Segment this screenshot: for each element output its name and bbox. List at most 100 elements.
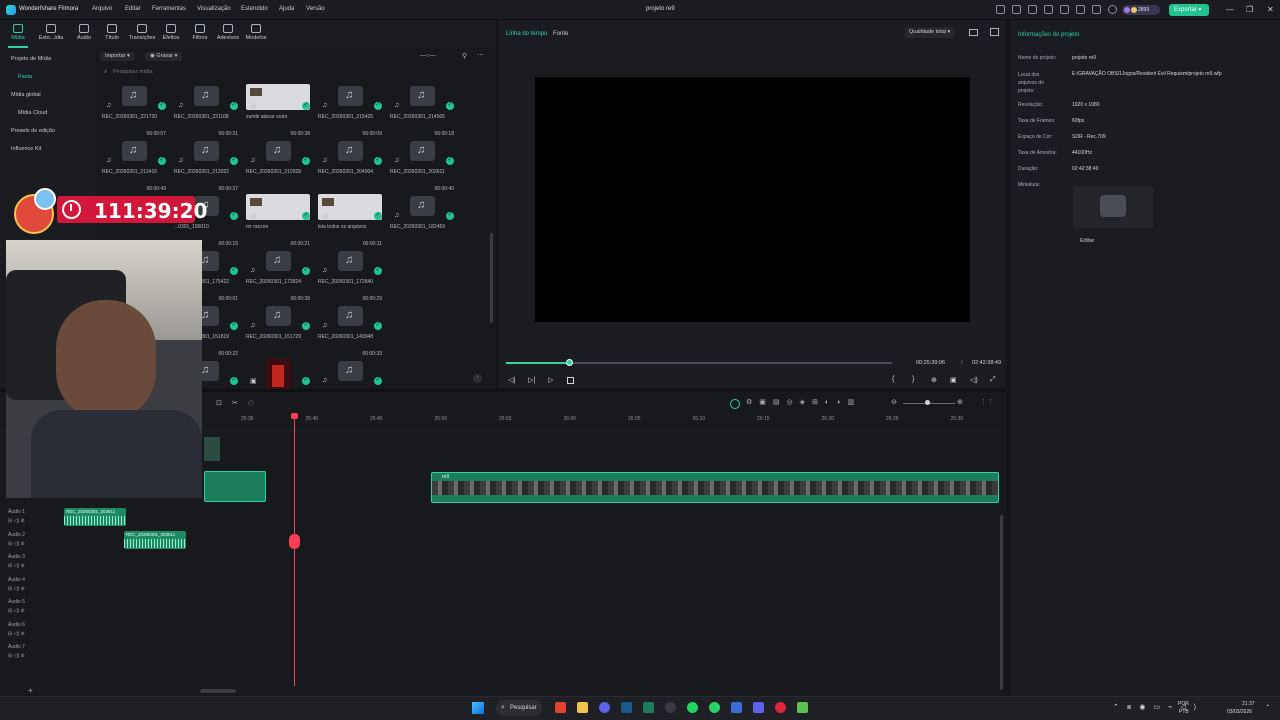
save-icon[interactable] bbox=[1076, 5, 1085, 14]
media-item[interactable]: 00:00:40 ♫ REC_20260301_182459 bbox=[390, 186, 454, 245]
media-scrollbar[interactable] bbox=[490, 233, 493, 323]
media-item[interactable]: 00:00:18 ♫ REC_20260301_203611 bbox=[390, 131, 454, 190]
track-controls-audio4[interactable]: ⊟ ◁) ⊘ bbox=[8, 586, 25, 592]
playhead-marker-icon[interactable] bbox=[289, 534, 300, 549]
camera-icon[interactable]: ▣ bbox=[950, 376, 957, 384]
media-item[interactable]: 00:00:21 ♫ REC_20260301_173824 bbox=[246, 241, 310, 300]
whatsapp-icon[interactable] bbox=[709, 702, 720, 713]
file-explorer-icon[interactable] bbox=[577, 702, 588, 713]
media-item[interactable]: ♫ REC_20260301_221108 bbox=[174, 84, 238, 135]
language-sub-label[interactable]: PTB bbox=[1179, 709, 1189, 715]
timeline-vscrollbar[interactable] bbox=[1000, 515, 1003, 690]
taskbar-search[interactable]: ⌕ Pesquisar bbox=[496, 700, 542, 716]
media-item[interactable]: 00:00:11 ♫ REC_20260301_172840 bbox=[318, 241, 382, 300]
media-item[interactable]: ♫ REC_20260301_214505 bbox=[390, 84, 454, 135]
filter-icon[interactable]: ⚲ bbox=[462, 52, 467, 60]
media-item[interactable]: ▣ mr raccon bbox=[246, 194, 310, 245]
mark-out-icon[interactable]: } bbox=[912, 376, 914, 383]
mark-in-icon[interactable]: { bbox=[892, 376, 894, 383]
timeline-ruler[interactable] bbox=[200, 414, 1000, 426]
video-viewer[interactable] bbox=[535, 77, 970, 322]
track-controls-audio6[interactable]: ⊟ ◁) ⊘ bbox=[8, 631, 25, 637]
track-controls-audio2[interactable]: ⊟ ◁) ⊘ bbox=[8, 541, 25, 547]
opera-icon[interactable] bbox=[775, 702, 786, 713]
menu-arquivo[interactable]: Arquivo bbox=[92, 6, 112, 12]
menu-editar[interactable]: Editar bbox=[125, 6, 141, 12]
clock-time[interactable]: 21:37 bbox=[1242, 701, 1255, 707]
playback-progress-knob[interactable] bbox=[565, 359, 573, 366]
audio-clip-2[interactable]: REC_20260301_203611 bbox=[124, 531, 186, 549]
record-button[interactable]: ◉ Gravar ▾ bbox=[145, 52, 183, 61]
cloud-icon[interactable] bbox=[1060, 5, 1069, 14]
tool-audio[interactable]: Áudio bbox=[70, 24, 98, 46]
video-track-clip-small[interactable] bbox=[204, 437, 220, 461]
sidebar-item-media-cloud[interactable]: Mídia Cloud bbox=[18, 110, 47, 116]
menu-versao[interactable]: Versão bbox=[306, 6, 325, 12]
media-item[interactable]: 00:00:09 ♫ REC_20260301_204904 bbox=[318, 131, 382, 190]
brave-icon[interactable] bbox=[555, 702, 566, 713]
ai-tool-icon[interactable] bbox=[730, 399, 740, 409]
edit-thumbnail-button[interactable]: Editar bbox=[1080, 238, 1094, 244]
audio-clip-1[interactable]: REC_20260301_203611 bbox=[64, 508, 126, 526]
timeline-zoom-knob[interactable] bbox=[925, 400, 930, 405]
notepad-icon[interactable] bbox=[797, 702, 808, 713]
fullscreen-icon[interactable]: ⤢ bbox=[990, 376, 996, 384]
track-controls-audio7[interactable]: ⊟ ◁) ⊘ bbox=[8, 653, 25, 659]
avatar[interactable] bbox=[1108, 5, 1117, 14]
media-item[interactable]: 00:00:38 ♫ REC_20260301_210928 bbox=[246, 131, 310, 190]
crop-icon[interactable]: ⊡ bbox=[216, 399, 222, 407]
sidebar-item-project-media[interactable]: Projeto de Mídia bbox=[11, 56, 51, 62]
tool-transitions[interactable]: Transições bbox=[128, 24, 156, 46]
track-controls-audio3[interactable]: ⊟ ◁) ⊘ bbox=[8, 563, 25, 569]
tool-media[interactable]: Mídia bbox=[4, 24, 32, 48]
tool-stock-media[interactable]: Esto...ídia bbox=[37, 24, 65, 46]
thumbnail-placeholder[interactable] bbox=[1073, 186, 1153, 228]
sidebar-item-global-media[interactable]: Mídia global bbox=[11, 92, 41, 98]
maximize-button[interactable]: ❐ bbox=[1246, 5, 1253, 14]
media-item[interactable]: ♫ REC_20260301_221720 bbox=[102, 84, 166, 135]
spotify-icon[interactable] bbox=[687, 702, 698, 713]
minimize-button[interactable]: — bbox=[1226, 5, 1234, 14]
media-item[interactable]: 00:00:38 ♫ REC_20260301_151729 bbox=[246, 296, 310, 355]
media-item[interactable]: ♫ REC_20260301_215425 bbox=[318, 84, 382, 135]
media-item[interactable]: ▣ leia todos os arquivos bbox=[318, 194, 382, 245]
play-reverse-icon[interactable]: ▷| bbox=[528, 376, 535, 384]
system-tray-icons[interactable]: ⌃⧈◉▭⌁◁) bbox=[1113, 703, 1204, 712]
search-input[interactable] bbox=[113, 67, 483, 77]
mail-icon[interactable] bbox=[1044, 5, 1053, 14]
zoom-in-icon[interactable]: ⊕ bbox=[957, 398, 963, 406]
stop-icon[interactable] bbox=[567, 377, 574, 384]
volume-icon[interactable]: ◁) bbox=[970, 376, 978, 384]
sidebar-item-edit-presets[interactable]: Presets de edição bbox=[11, 128, 55, 134]
quality-select[interactable]: Qualidade total ▾ bbox=[905, 27, 955, 38]
menu-ferramentas[interactable]: Ferramentas bbox=[152, 6, 186, 12]
credits-badge[interactable]: 2899 bbox=[1122, 5, 1160, 15]
menu-visualizacao[interactable]: Visualização bbox=[197, 6, 231, 12]
zoom-slider[interactable]: —○— bbox=[420, 53, 436, 59]
export-button[interactable]: Exportar ▾ bbox=[1169, 4, 1209, 16]
menu-ajuda[interactable]: Ajuda bbox=[279, 6, 294, 12]
gift-icon[interactable] bbox=[996, 5, 1005, 14]
play-icon[interactable]: ▷ bbox=[548, 376, 553, 384]
sidebar-item-folder[interactable]: Pasta bbox=[18, 74, 32, 80]
snapshot-icon[interactable] bbox=[990, 28, 999, 36]
clock-date[interactable]: 03/03/2026 bbox=[1227, 709, 1252, 715]
tab-source[interactable]: Fonte bbox=[553, 31, 568, 37]
timeline-hscrollbar[interactable] bbox=[200, 689, 236, 693]
video-clip-left[interactable] bbox=[204, 471, 266, 502]
message-icon[interactable] bbox=[1028, 5, 1037, 14]
zoom-preview-icon[interactable]: ⊕ bbox=[931, 376, 937, 384]
cut-icon[interactable]: ✂ bbox=[232, 399, 238, 407]
tool-templates[interactable]: Modelos bbox=[242, 24, 270, 46]
discord-icon[interactable] bbox=[599, 702, 610, 713]
tab-timeline[interactable]: Linha do tempo bbox=[506, 31, 547, 37]
media-item[interactable]: 00:00:29 ♫ REC_20260301_143048 bbox=[318, 296, 382, 355]
playhead[interactable] bbox=[294, 414, 295, 686]
notifications-icon[interactable]: ◔ bbox=[1265, 703, 1269, 710]
grid-view-icon[interactable]: ⋮⋮ bbox=[980, 398, 994, 406]
timeline-tools[interactable]: ⚙▣▤◎◈⊞◐◑▥ bbox=[746, 398, 861, 406]
steam-icon[interactable] bbox=[621, 702, 632, 713]
track-controls-audio1[interactable]: ⊟ ◁) ⊘ bbox=[8, 518, 25, 524]
vpn-icon[interactable] bbox=[731, 702, 742, 713]
import-button[interactable]: Importar ▾ bbox=[100, 52, 135, 61]
